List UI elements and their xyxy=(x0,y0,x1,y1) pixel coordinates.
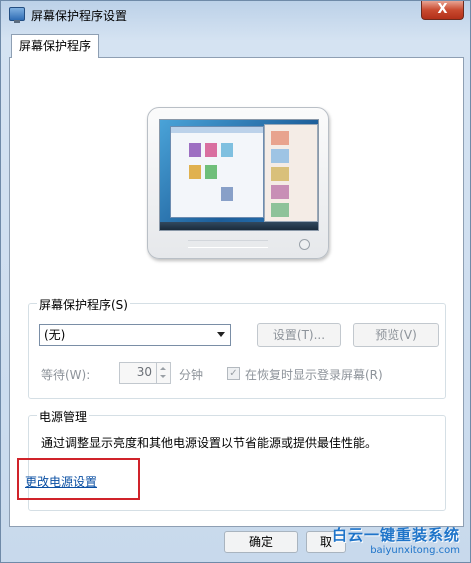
chevron-down-icon xyxy=(217,332,225,337)
spin-up-icon[interactable] xyxy=(160,367,166,370)
window-title: 屏幕保护程序设置 xyxy=(31,9,128,23)
wait-minutes-value: 30 xyxy=(136,365,152,379)
monitor-preview xyxy=(147,107,329,259)
power-description: 通过调整显示亮度和其他电源设置以节省能源或提供最佳性能。 xyxy=(41,436,378,450)
wait-unit-label: 分钟 xyxy=(179,368,204,382)
resume-login-label: 在恢复时显示登录屏幕(R) xyxy=(245,368,383,382)
screensaver-select[interactable]: (无) xyxy=(39,324,231,346)
preview-screen xyxy=(159,119,319,231)
screensaver-select-value: (无) xyxy=(44,328,66,342)
wait-minutes-stepper[interactable]: 30 xyxy=(119,362,171,384)
settings-button[interactable]: 设置(T)... xyxy=(257,323,341,347)
screensaver-group-title: 屏幕保护程序(S) xyxy=(37,296,130,313)
screensaver-settings-window: 屏幕保护程序设置 X 屏幕保护程序 屏幕保护程序(S) (无) 设置(T)...… xyxy=(0,0,471,563)
preview-window-graphic xyxy=(170,126,264,218)
preview-button[interactable]: 预览(V) xyxy=(353,323,439,347)
highlight-box xyxy=(17,458,140,500)
tab-screensaver[interactable]: 屏幕保护程序 xyxy=(11,34,99,58)
watermark-title: 白云一键重装系统 xyxy=(331,526,460,544)
monitor-icon xyxy=(9,7,25,23)
spin-down-icon[interactable] xyxy=(160,375,166,378)
screensaver-group: 屏幕保护程序(S) (无) 设置(T)... 预览(V) 等待(W): 30 分… xyxy=(28,296,446,399)
close-button[interactable]: X xyxy=(421,1,464,20)
ok-button[interactable]: 确定 xyxy=(224,531,298,553)
wait-label: 等待(W): xyxy=(41,368,91,382)
resume-login-checkbox[interactable]: ✓ xyxy=(227,367,240,380)
tab-panel: 屏幕保护程序(S) (无) 设置(T)... 预览(V) 等待(W): 30 分… xyxy=(9,57,464,527)
power-group-title: 电源管理 xyxy=(37,408,90,425)
watermark-url: baiyunxitong.com xyxy=(370,545,460,556)
title-bar[interactable]: 屏幕保护程序设置 X xyxy=(1,1,470,29)
power-indicator-icon xyxy=(299,239,310,250)
preview-side-window-graphic xyxy=(264,124,318,222)
watermark-logo: 白云一键重装系统 baiyunxitong.com xyxy=(332,524,460,556)
preview-taskbar xyxy=(160,222,318,230)
